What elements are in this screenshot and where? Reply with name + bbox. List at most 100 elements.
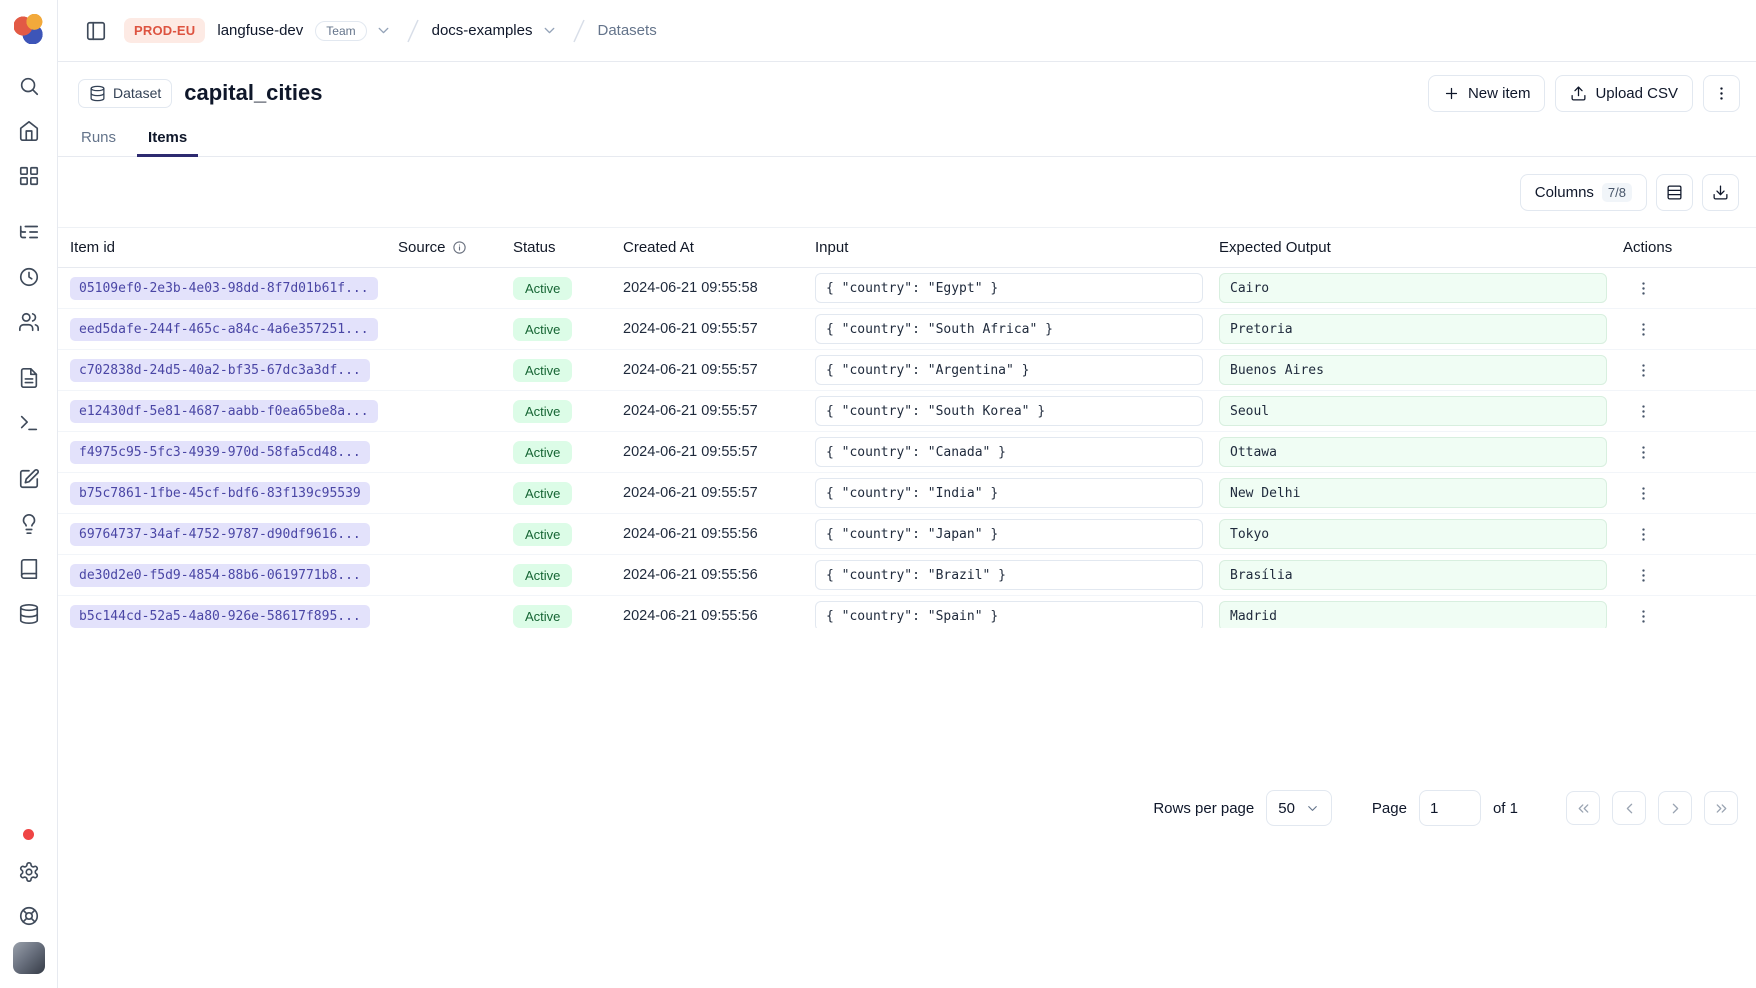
- row-actions-button[interactable]: [1627, 354, 1659, 386]
- row-height-button[interactable]: [1656, 174, 1693, 211]
- first-page-button[interactable]: [1566, 791, 1600, 825]
- more-vertical-icon: [1635, 485, 1652, 502]
- users-icon: [18, 311, 40, 333]
- breadcrumb-section[interactable]: Datasets: [598, 22, 657, 39]
- table-header: Item id Source Status Created At Input E…: [58, 227, 1756, 268]
- item-id-link[interactable]: b75c7861-1fbe-45cf-bdf6-83f139c95539: [70, 482, 370, 505]
- more-vertical-icon: [1635, 362, 1652, 379]
- created-at-cell: 2024-06-21 09:55:57: [623, 485, 815, 501]
- project-switcher-button[interactable]: [539, 20, 560, 41]
- column-header-expected-output[interactable]: Expected Output: [1219, 239, 1623, 256]
- item-id-link[interactable]: de30d2e0-f5d9-4854-88b6-0619771b8...: [70, 564, 370, 587]
- project-name[interactable]: docs-examples: [432, 22, 533, 39]
- next-page-button[interactable]: [1658, 791, 1692, 825]
- chevron-right-icon: [1667, 800, 1684, 817]
- input-cell: { "country": "Brazil" }: [815, 560, 1203, 590]
- table-row: e12430df-5e81-4687-aabb-f0ea65be8a... Ac…: [58, 391, 1756, 432]
- column-header-source[interactable]: Source: [398, 239, 513, 256]
- sidebar-datasets-button[interactable]: [11, 596, 47, 632]
- table-row: 05109ef0-2e3b-4e03-98dd-8f7d01b61f... Ac…: [58, 268, 1756, 309]
- column-header-status[interactable]: Status: [513, 239, 623, 256]
- status-badge: Active: [513, 482, 572, 505]
- created-at-cell: 2024-06-21 09:55:57: [623, 444, 815, 460]
- row-actions-button[interactable]: [1627, 272, 1659, 304]
- book-icon: [18, 558, 40, 580]
- chevron-down-icon: [1305, 801, 1320, 816]
- lightbulb-icon: [18, 513, 40, 535]
- expected-output-cell: New Delhi: [1219, 478, 1607, 508]
- item-id-link[interactable]: e12430df-5e81-4687-aabb-f0ea65be8a...: [70, 400, 378, 423]
- item-id-link[interactable]: 69764737-34af-4752-9787-d90df9616...: [70, 523, 370, 546]
- page-number-input[interactable]: [1419, 790, 1481, 826]
- previous-page-button[interactable]: [1612, 791, 1646, 825]
- settings-button[interactable]: [11, 854, 47, 890]
- support-button[interactable]: [11, 898, 47, 934]
- sidebar-users-button[interactable]: [11, 304, 47, 340]
- expected-output-cell: Brasília: [1219, 560, 1607, 590]
- row-actions-button[interactable]: [1627, 600, 1659, 628]
- source-header-label: Source: [398, 239, 446, 256]
- row-actions-button[interactable]: [1627, 559, 1659, 591]
- sidebar-playground-button[interactable]: [11, 405, 47, 441]
- item-id-link[interactable]: c702838d-24d5-40a2-bf35-67dc3a3df...: [70, 359, 370, 382]
- table-toolbar: Columns 7/8: [58, 157, 1756, 227]
- column-header-created-at[interactable]: Created At: [623, 239, 815, 256]
- created-at-cell: 2024-06-21 09:55:57: [623, 321, 815, 337]
- expected-output-cell: Madrid: [1219, 601, 1607, 628]
- item-id-link[interactable]: f4975c95-5fc3-4939-970d-58fa5cd48...: [70, 441, 370, 464]
- chevrons-right-icon: [1713, 800, 1730, 817]
- column-header-item-id[interactable]: Item id: [70, 239, 398, 256]
- org-name[interactable]: langfuse-dev: [217, 22, 303, 39]
- breadcrumb-separator: [406, 18, 420, 44]
- sidebar-toggle-button[interactable]: [80, 15, 112, 47]
- sidebar-dashboards-button[interactable]: [11, 158, 47, 194]
- item-id-link[interactable]: eed5dafe-244f-465c-a84c-4a6e357251...: [70, 318, 378, 341]
- tab-runs[interactable]: Runs: [79, 118, 118, 156]
- more-vertical-icon: [1635, 608, 1652, 625]
- user-avatar[interactable]: [13, 942, 45, 974]
- table-row: b75c7861-1fbe-45cf-bdf6-83f139c95539 Act…: [58, 473, 1756, 514]
- sidebar-library-button[interactable]: [11, 551, 47, 587]
- upload-csv-button[interactable]: Upload CSV: [1555, 75, 1693, 112]
- status-badge: Active: [513, 359, 572, 382]
- column-header-input[interactable]: Input: [815, 239, 1219, 256]
- table-body: 05109ef0-2e3b-4e03-98dd-8f7d01b61f... Ac…: [58, 268, 1756, 628]
- expected-output-cell: Pretoria: [1219, 314, 1607, 344]
- tab-items[interactable]: Items: [146, 118, 189, 156]
- square-pen-icon: [18, 468, 40, 490]
- table-row: b5c144cd-52a5-4a80-926e-58617f895... Act…: [58, 596, 1756, 628]
- status-badge: Active: [513, 400, 572, 423]
- row-actions-button[interactable]: [1627, 518, 1659, 550]
- last-page-button[interactable]: [1704, 791, 1738, 825]
- expected-output-cell: Ottawa: [1219, 437, 1607, 467]
- sidebar-search-button[interactable]: [11, 68, 47, 104]
- langfuse-logo[interactable]: [14, 14, 44, 44]
- sidebar-tracing-button[interactable]: [11, 214, 47, 250]
- row-actions-button[interactable]: [1627, 436, 1659, 468]
- sidebar-annotation-button[interactable]: [11, 461, 47, 497]
- export-button[interactable]: [1702, 174, 1739, 211]
- item-id-link[interactable]: b5c144cd-52a5-4a80-926e-58617f895...: [70, 605, 370, 628]
- row-actions-button[interactable]: [1627, 395, 1659, 427]
- new-item-button[interactable]: New item: [1428, 75, 1546, 112]
- org-switcher-button[interactable]: [373, 20, 394, 41]
- entity-type-label: Dataset: [113, 85, 161, 101]
- rows-per-page-select[interactable]: 50: [1266, 790, 1332, 826]
- row-actions-button[interactable]: [1627, 477, 1659, 509]
- sidebar-evaluation-button[interactable]: [11, 506, 47, 542]
- main-area: PROD-EU langfuse-dev Team docs-examples …: [58, 0, 1756, 988]
- columns-count-badge: 7/8: [1602, 183, 1632, 202]
- table-rows-icon: [1666, 184, 1683, 201]
- sidebar-sessions-button[interactable]: [11, 259, 47, 295]
- sidebar-home-button[interactable]: [11, 113, 47, 149]
- item-id-link[interactable]: 05109ef0-2e3b-4e03-98dd-8f7d01b61f...: [70, 277, 378, 300]
- status-badge: Active: [513, 318, 572, 341]
- chevron-down-icon: [375, 22, 392, 39]
- life-buoy-icon: [18, 905, 40, 927]
- columns-button[interactable]: Columns 7/8: [1520, 174, 1647, 211]
- rows-per-page-value: 50: [1278, 800, 1295, 817]
- download-icon: [1712, 184, 1729, 201]
- sidebar-prompts-button[interactable]: [11, 360, 47, 396]
- row-actions-button[interactable]: [1627, 313, 1659, 345]
- page-more-actions-button[interactable]: [1703, 75, 1740, 112]
